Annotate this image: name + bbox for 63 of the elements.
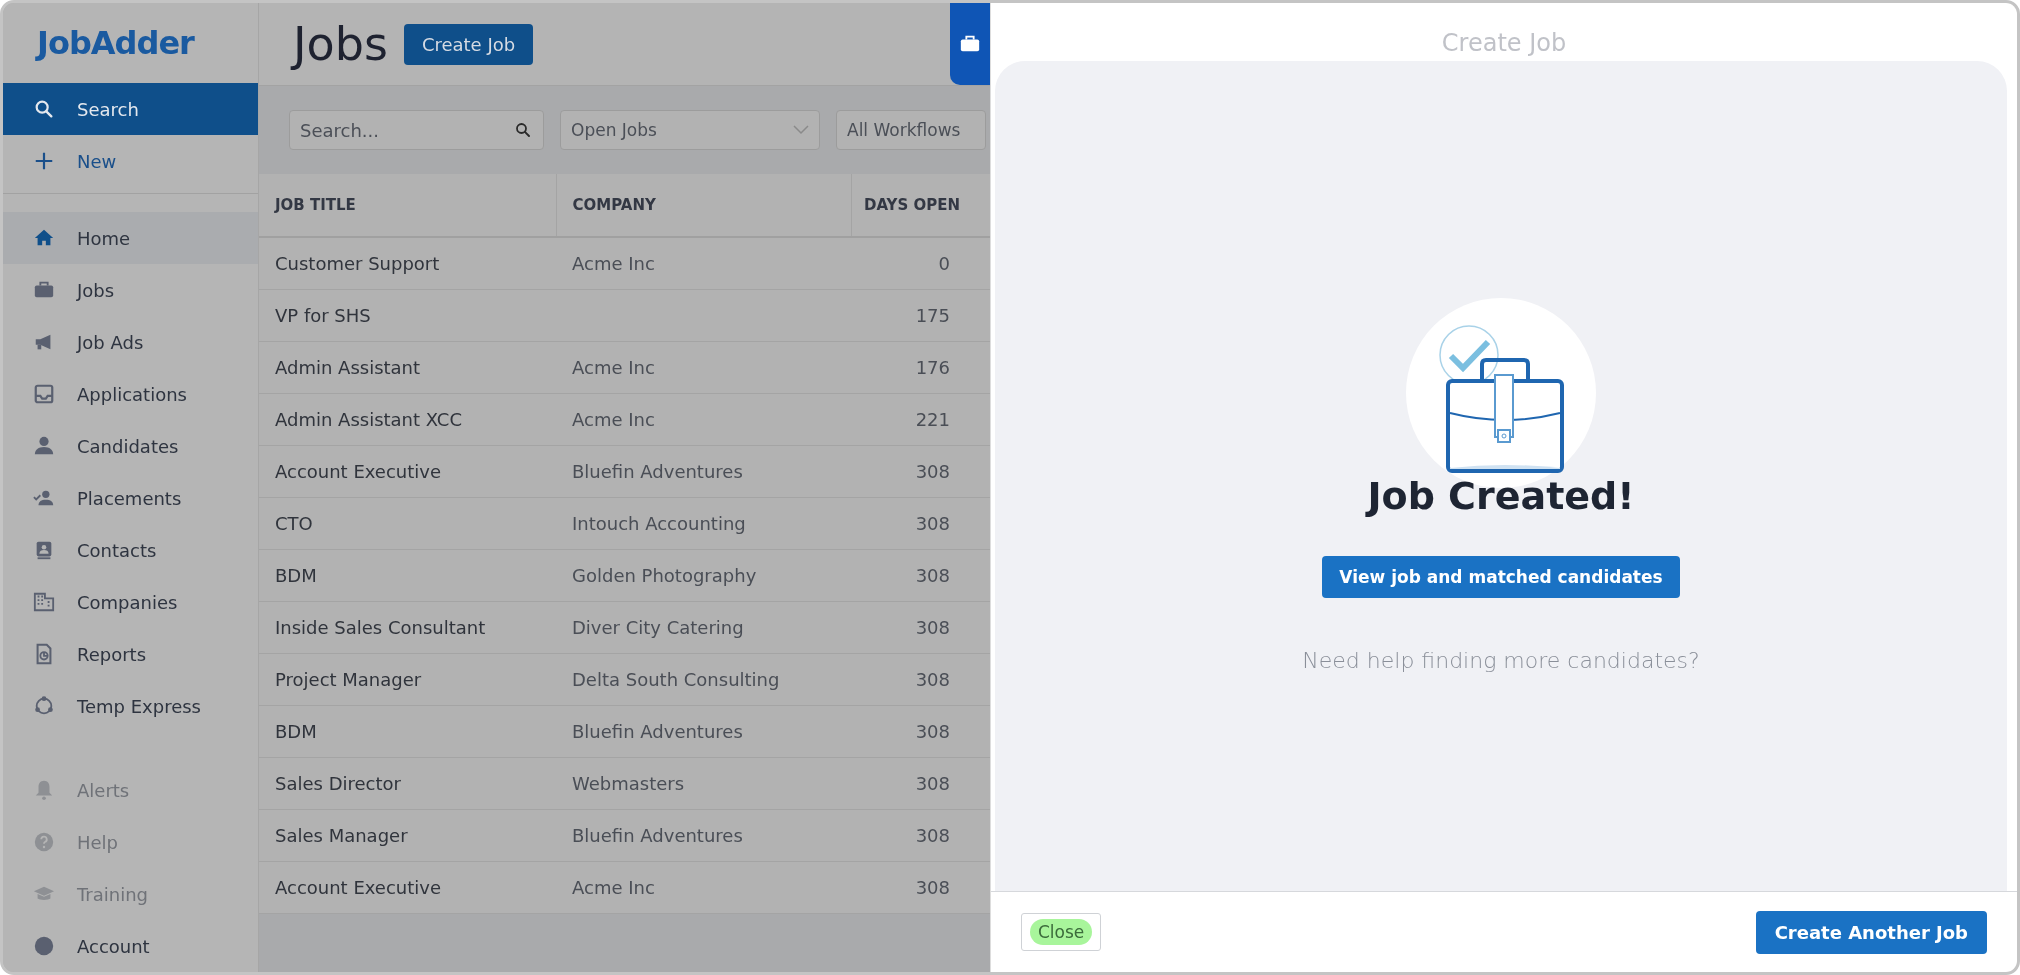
app-logo[interactable]: JobAdder (37, 24, 194, 62)
sidebar-item[interactable]: Companies (3, 576, 258, 628)
sidebar-item[interactable]: Jobs (3, 264, 258, 316)
table-cell: Acme Inc (556, 237, 851, 290)
help-text: Need help finding more candidates? (1302, 648, 1700, 673)
table-cell: Golden Photography (556, 549, 851, 602)
table-cell: Account Executive (259, 861, 556, 914)
status-dropdown[interactable]: Open Jobs (560, 110, 820, 150)
column-header[interactable]: JOB TITLE (259, 174, 556, 237)
table-cell: BDM (259, 705, 556, 758)
sidebar-item[interactable]: Contacts (3, 524, 258, 576)
sidebar-item[interactable]: Candidates (3, 420, 258, 472)
create-job-button[interactable]: Create Job (403, 23, 534, 65)
table-cell: Webmasters (556, 757, 851, 810)
search-field[interactable]: Search... (289, 110, 544, 150)
table-cell: Sales Director (259, 757, 556, 810)
table-cell: Intouch Accounting (556, 497, 851, 550)
close-button[interactable]: Close (1021, 913, 1102, 951)
search-icon (33, 98, 55, 120)
sidebar-item[interactable]: Placements (3, 472, 258, 524)
table-cell: Account Executive (259, 445, 556, 498)
create-another-job-button[interactable]: Create Another Job (1755, 910, 1987, 954)
table-cell: Bluefin Adventures (556, 445, 851, 498)
sidebar-item[interactable]: Temp Express (3, 680, 258, 732)
help-icon (33, 831, 55, 853)
table-cell: Customer Support (259, 237, 556, 290)
table-cell: Admin Assistant XCC (259, 393, 556, 446)
inbox-icon (33, 383, 55, 405)
sidebar-action[interactable]: Search (3, 83, 258, 135)
search-icon (514, 121, 532, 139)
table-cell: Diver City Catering (556, 601, 851, 654)
sidebar-action[interactable]: New (3, 135, 258, 187)
table-cell: Sales Manager (259, 809, 556, 862)
table-cell: Bluefin Adventures (556, 705, 851, 758)
table-cell: CTO (259, 497, 556, 550)
view-job-button[interactable]: View job and matched candidates (1322, 556, 1680, 598)
table-cell: Acme Inc (556, 393, 851, 446)
table-cell: Bluefin Adventures (556, 809, 851, 862)
person-icon (33, 435, 55, 457)
table-cell: VP for SHS (259, 289, 556, 342)
table-cell: Inside Sales Consultant (259, 601, 556, 654)
column-header[interactable]: COMPANY (556, 174, 851, 237)
jobs-side-tab[interactable] (950, 3, 990, 85)
sidebar-item[interactable]: Applications (3, 368, 258, 420)
plus-icon (33, 150, 55, 172)
table-cell: Admin Assistant (259, 341, 556, 394)
sidebar-item[interactable]: Reports (3, 628, 258, 680)
dialog-title: Create Job (1441, 29, 1567, 57)
table-cell: Delta South Consulting (556, 653, 851, 706)
building-icon (33, 591, 55, 613)
chevron-down-icon (793, 125, 809, 135)
avatar-icon (33, 935, 55, 957)
table-cell: Project Manager (259, 653, 556, 706)
cycle-icon (33, 695, 55, 717)
success-heading: Job Created! (1367, 474, 1635, 518)
table-cell: Acme Inc (556, 341, 851, 394)
workflow-dropdown[interactable]: All Workflows (836, 110, 986, 150)
table-cell: Acme Inc (556, 861, 851, 914)
sidebar-item[interactable]: Account (3, 920, 258, 972)
sidebar-item[interactable]: Job Ads (3, 316, 258, 368)
sidebar-item[interactable]: Home (3, 212, 258, 264)
table-cell: BDM (259, 549, 556, 602)
bell-icon (33, 779, 55, 801)
